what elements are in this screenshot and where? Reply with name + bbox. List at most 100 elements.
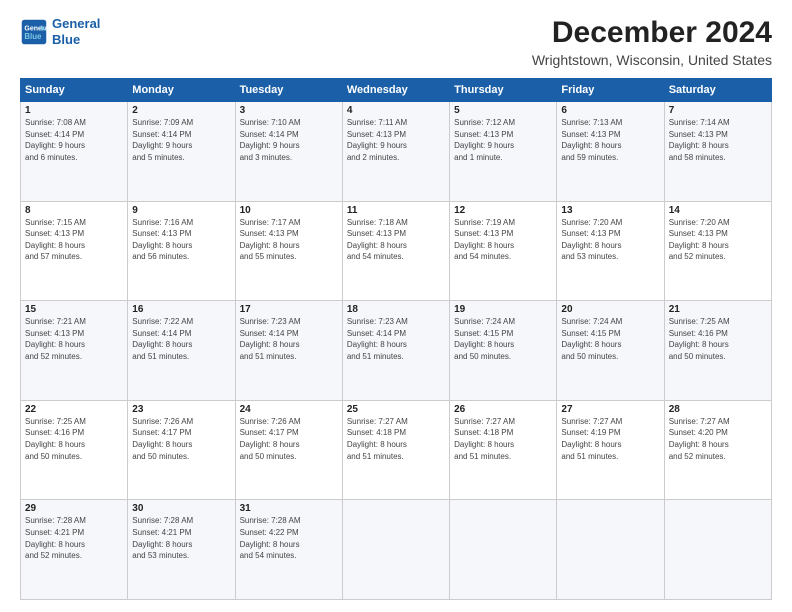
- day-number: 31: [240, 503, 338, 514]
- day-number: 18: [347, 304, 445, 315]
- calendar-cell: [557, 500, 664, 600]
- calendar-cell: 10Sunrise: 7:17 AM Sunset: 4:13 PM Dayli…: [235, 201, 342, 301]
- day-number: 8: [25, 205, 123, 216]
- day-info: Sunrise: 7:26 AM Sunset: 4:17 PM Dayligh…: [240, 416, 338, 462]
- day-number: 12: [454, 205, 552, 216]
- calendar-cell: 18Sunrise: 7:23 AM Sunset: 4:14 PM Dayli…: [342, 301, 449, 401]
- day-info: Sunrise: 7:17 AM Sunset: 4:13 PM Dayligh…: [240, 217, 338, 263]
- calendar-cell: 12Sunrise: 7:19 AM Sunset: 4:13 PM Dayli…: [450, 201, 557, 301]
- calendar-cell: 22Sunrise: 7:25 AM Sunset: 4:16 PM Dayli…: [21, 400, 128, 500]
- calendar-week-4: 22Sunrise: 7:25 AM Sunset: 4:16 PM Dayli…: [21, 400, 772, 500]
- day-number: 30: [132, 503, 230, 514]
- day-number: 17: [240, 304, 338, 315]
- calendar-week-5: 29Sunrise: 7:28 AM Sunset: 4:21 PM Dayli…: [21, 500, 772, 600]
- calendar-cell: 8Sunrise: 7:15 AM Sunset: 4:13 PM Daylig…: [21, 201, 128, 301]
- day-info: Sunrise: 7:08 AM Sunset: 4:14 PM Dayligh…: [25, 117, 123, 163]
- calendar-cell: 19Sunrise: 7:24 AM Sunset: 4:15 PM Dayli…: [450, 301, 557, 401]
- calendar-cell: [342, 500, 449, 600]
- logo-text: General Blue: [52, 16, 100, 47]
- calendar-cell: 14Sunrise: 7:20 AM Sunset: 4:13 PM Dayli…: [664, 201, 771, 301]
- calendar-cell: 9Sunrise: 7:16 AM Sunset: 4:13 PM Daylig…: [128, 201, 235, 301]
- logo: General Blue General Blue: [20, 16, 100, 47]
- day-number: 7: [669, 105, 767, 116]
- header: General Blue General Blue December 2024 …: [20, 16, 772, 68]
- day-number: 4: [347, 105, 445, 116]
- col-header-saturday: Saturday: [664, 79, 771, 102]
- day-number: 27: [561, 404, 659, 415]
- day-info: Sunrise: 7:25 AM Sunset: 4:16 PM Dayligh…: [25, 416, 123, 462]
- day-number: 29: [25, 503, 123, 514]
- day-info: Sunrise: 7:28 AM Sunset: 4:21 PM Dayligh…: [25, 515, 123, 561]
- day-info: Sunrise: 7:16 AM Sunset: 4:13 PM Dayligh…: [132, 217, 230, 263]
- calendar-cell: 5Sunrise: 7:12 AM Sunset: 4:13 PM Daylig…: [450, 102, 557, 202]
- day-info: Sunrise: 7:21 AM Sunset: 4:13 PM Dayligh…: [25, 316, 123, 362]
- day-number: 25: [347, 404, 445, 415]
- col-header-sunday: Sunday: [21, 79, 128, 102]
- day-number: 26: [454, 404, 552, 415]
- day-info: Sunrise: 7:20 AM Sunset: 4:13 PM Dayligh…: [561, 217, 659, 263]
- day-number: 19: [454, 304, 552, 315]
- day-info: Sunrise: 7:11 AM Sunset: 4:13 PM Dayligh…: [347, 117, 445, 163]
- logo-line1: General: [52, 16, 100, 31]
- day-info: Sunrise: 7:09 AM Sunset: 4:14 PM Dayligh…: [132, 117, 230, 163]
- calendar-week-2: 8Sunrise: 7:15 AM Sunset: 4:13 PM Daylig…: [21, 201, 772, 301]
- day-info: Sunrise: 7:22 AM Sunset: 4:14 PM Dayligh…: [132, 316, 230, 362]
- day-number: 13: [561, 205, 659, 216]
- day-number: 16: [132, 304, 230, 315]
- calendar-cell: [664, 500, 771, 600]
- day-info: Sunrise: 7:24 AM Sunset: 4:15 PM Dayligh…: [561, 316, 659, 362]
- day-info: Sunrise: 7:18 AM Sunset: 4:13 PM Dayligh…: [347, 217, 445, 263]
- calendar-cell: 2Sunrise: 7:09 AM Sunset: 4:14 PM Daylig…: [128, 102, 235, 202]
- calendar-cell: 27Sunrise: 7:27 AM Sunset: 4:19 PM Dayli…: [557, 400, 664, 500]
- col-header-friday: Friday: [557, 79, 664, 102]
- day-info: Sunrise: 7:12 AM Sunset: 4:13 PM Dayligh…: [454, 117, 552, 163]
- page-subtitle: Wrightstown, Wisconsin, United States: [532, 52, 772, 68]
- day-info: Sunrise: 7:19 AM Sunset: 4:13 PM Dayligh…: [454, 217, 552, 263]
- day-number: 6: [561, 105, 659, 116]
- day-info: Sunrise: 7:13 AM Sunset: 4:13 PM Dayligh…: [561, 117, 659, 163]
- col-header-tuesday: Tuesday: [235, 79, 342, 102]
- calendar-cell: [450, 500, 557, 600]
- calendar-cell: 28Sunrise: 7:27 AM Sunset: 4:20 PM Dayli…: [664, 400, 771, 500]
- day-number: 2: [132, 105, 230, 116]
- calendar-cell: 13Sunrise: 7:20 AM Sunset: 4:13 PM Dayli…: [557, 201, 664, 301]
- calendar-week-3: 15Sunrise: 7:21 AM Sunset: 4:13 PM Dayli…: [21, 301, 772, 401]
- calendar-cell: 3Sunrise: 7:10 AM Sunset: 4:14 PM Daylig…: [235, 102, 342, 202]
- page: General Blue General Blue December 2024 …: [0, 0, 792, 612]
- day-info: Sunrise: 7:27 AM Sunset: 4:20 PM Dayligh…: [669, 416, 767, 462]
- day-number: 24: [240, 404, 338, 415]
- day-info: Sunrise: 7:25 AM Sunset: 4:16 PM Dayligh…: [669, 316, 767, 362]
- calendar-cell: 23Sunrise: 7:26 AM Sunset: 4:17 PM Dayli…: [128, 400, 235, 500]
- col-header-thursday: Thursday: [450, 79, 557, 102]
- calendar-cell: 7Sunrise: 7:14 AM Sunset: 4:13 PM Daylig…: [664, 102, 771, 202]
- title-block: December 2024 Wrightstown, Wisconsin, Un…: [532, 16, 772, 68]
- day-info: Sunrise: 7:28 AM Sunset: 4:22 PM Dayligh…: [240, 515, 338, 561]
- day-number: 28: [669, 404, 767, 415]
- calendar-cell: 1Sunrise: 7:08 AM Sunset: 4:14 PM Daylig…: [21, 102, 128, 202]
- day-number: 10: [240, 205, 338, 216]
- calendar-week-1: 1Sunrise: 7:08 AM Sunset: 4:14 PM Daylig…: [21, 102, 772, 202]
- calendar-cell: 30Sunrise: 7:28 AM Sunset: 4:21 PM Dayli…: [128, 500, 235, 600]
- day-info: Sunrise: 7:27 AM Sunset: 4:18 PM Dayligh…: [454, 416, 552, 462]
- day-info: Sunrise: 7:20 AM Sunset: 4:13 PM Dayligh…: [669, 217, 767, 263]
- calendar-cell: 26Sunrise: 7:27 AM Sunset: 4:18 PM Dayli…: [450, 400, 557, 500]
- day-number: 15: [25, 304, 123, 315]
- calendar-cell: 21Sunrise: 7:25 AM Sunset: 4:16 PM Dayli…: [664, 301, 771, 401]
- day-number: 21: [669, 304, 767, 315]
- calendar-cell: 15Sunrise: 7:21 AM Sunset: 4:13 PM Dayli…: [21, 301, 128, 401]
- calendar-header-row: SundayMondayTuesdayWednesdayThursdayFrid…: [21, 79, 772, 102]
- day-info: Sunrise: 7:23 AM Sunset: 4:14 PM Dayligh…: [347, 316, 445, 362]
- col-header-wednesday: Wednesday: [342, 79, 449, 102]
- day-number: 1: [25, 105, 123, 116]
- day-info: Sunrise: 7:10 AM Sunset: 4:14 PM Dayligh…: [240, 117, 338, 163]
- calendar-cell: 20Sunrise: 7:24 AM Sunset: 4:15 PM Dayli…: [557, 301, 664, 401]
- day-number: 5: [454, 105, 552, 116]
- calendar-cell: 17Sunrise: 7:23 AM Sunset: 4:14 PM Dayli…: [235, 301, 342, 401]
- page-title: December 2024: [532, 16, 772, 50]
- svg-text:Blue: Blue: [24, 32, 42, 41]
- calendar-cell: 25Sunrise: 7:27 AM Sunset: 4:18 PM Dayli…: [342, 400, 449, 500]
- day-number: 3: [240, 105, 338, 116]
- calendar-cell: 16Sunrise: 7:22 AM Sunset: 4:14 PM Dayli…: [128, 301, 235, 401]
- day-info: Sunrise: 7:14 AM Sunset: 4:13 PM Dayligh…: [669, 117, 767, 163]
- calendar-cell: 24Sunrise: 7:26 AM Sunset: 4:17 PM Dayli…: [235, 400, 342, 500]
